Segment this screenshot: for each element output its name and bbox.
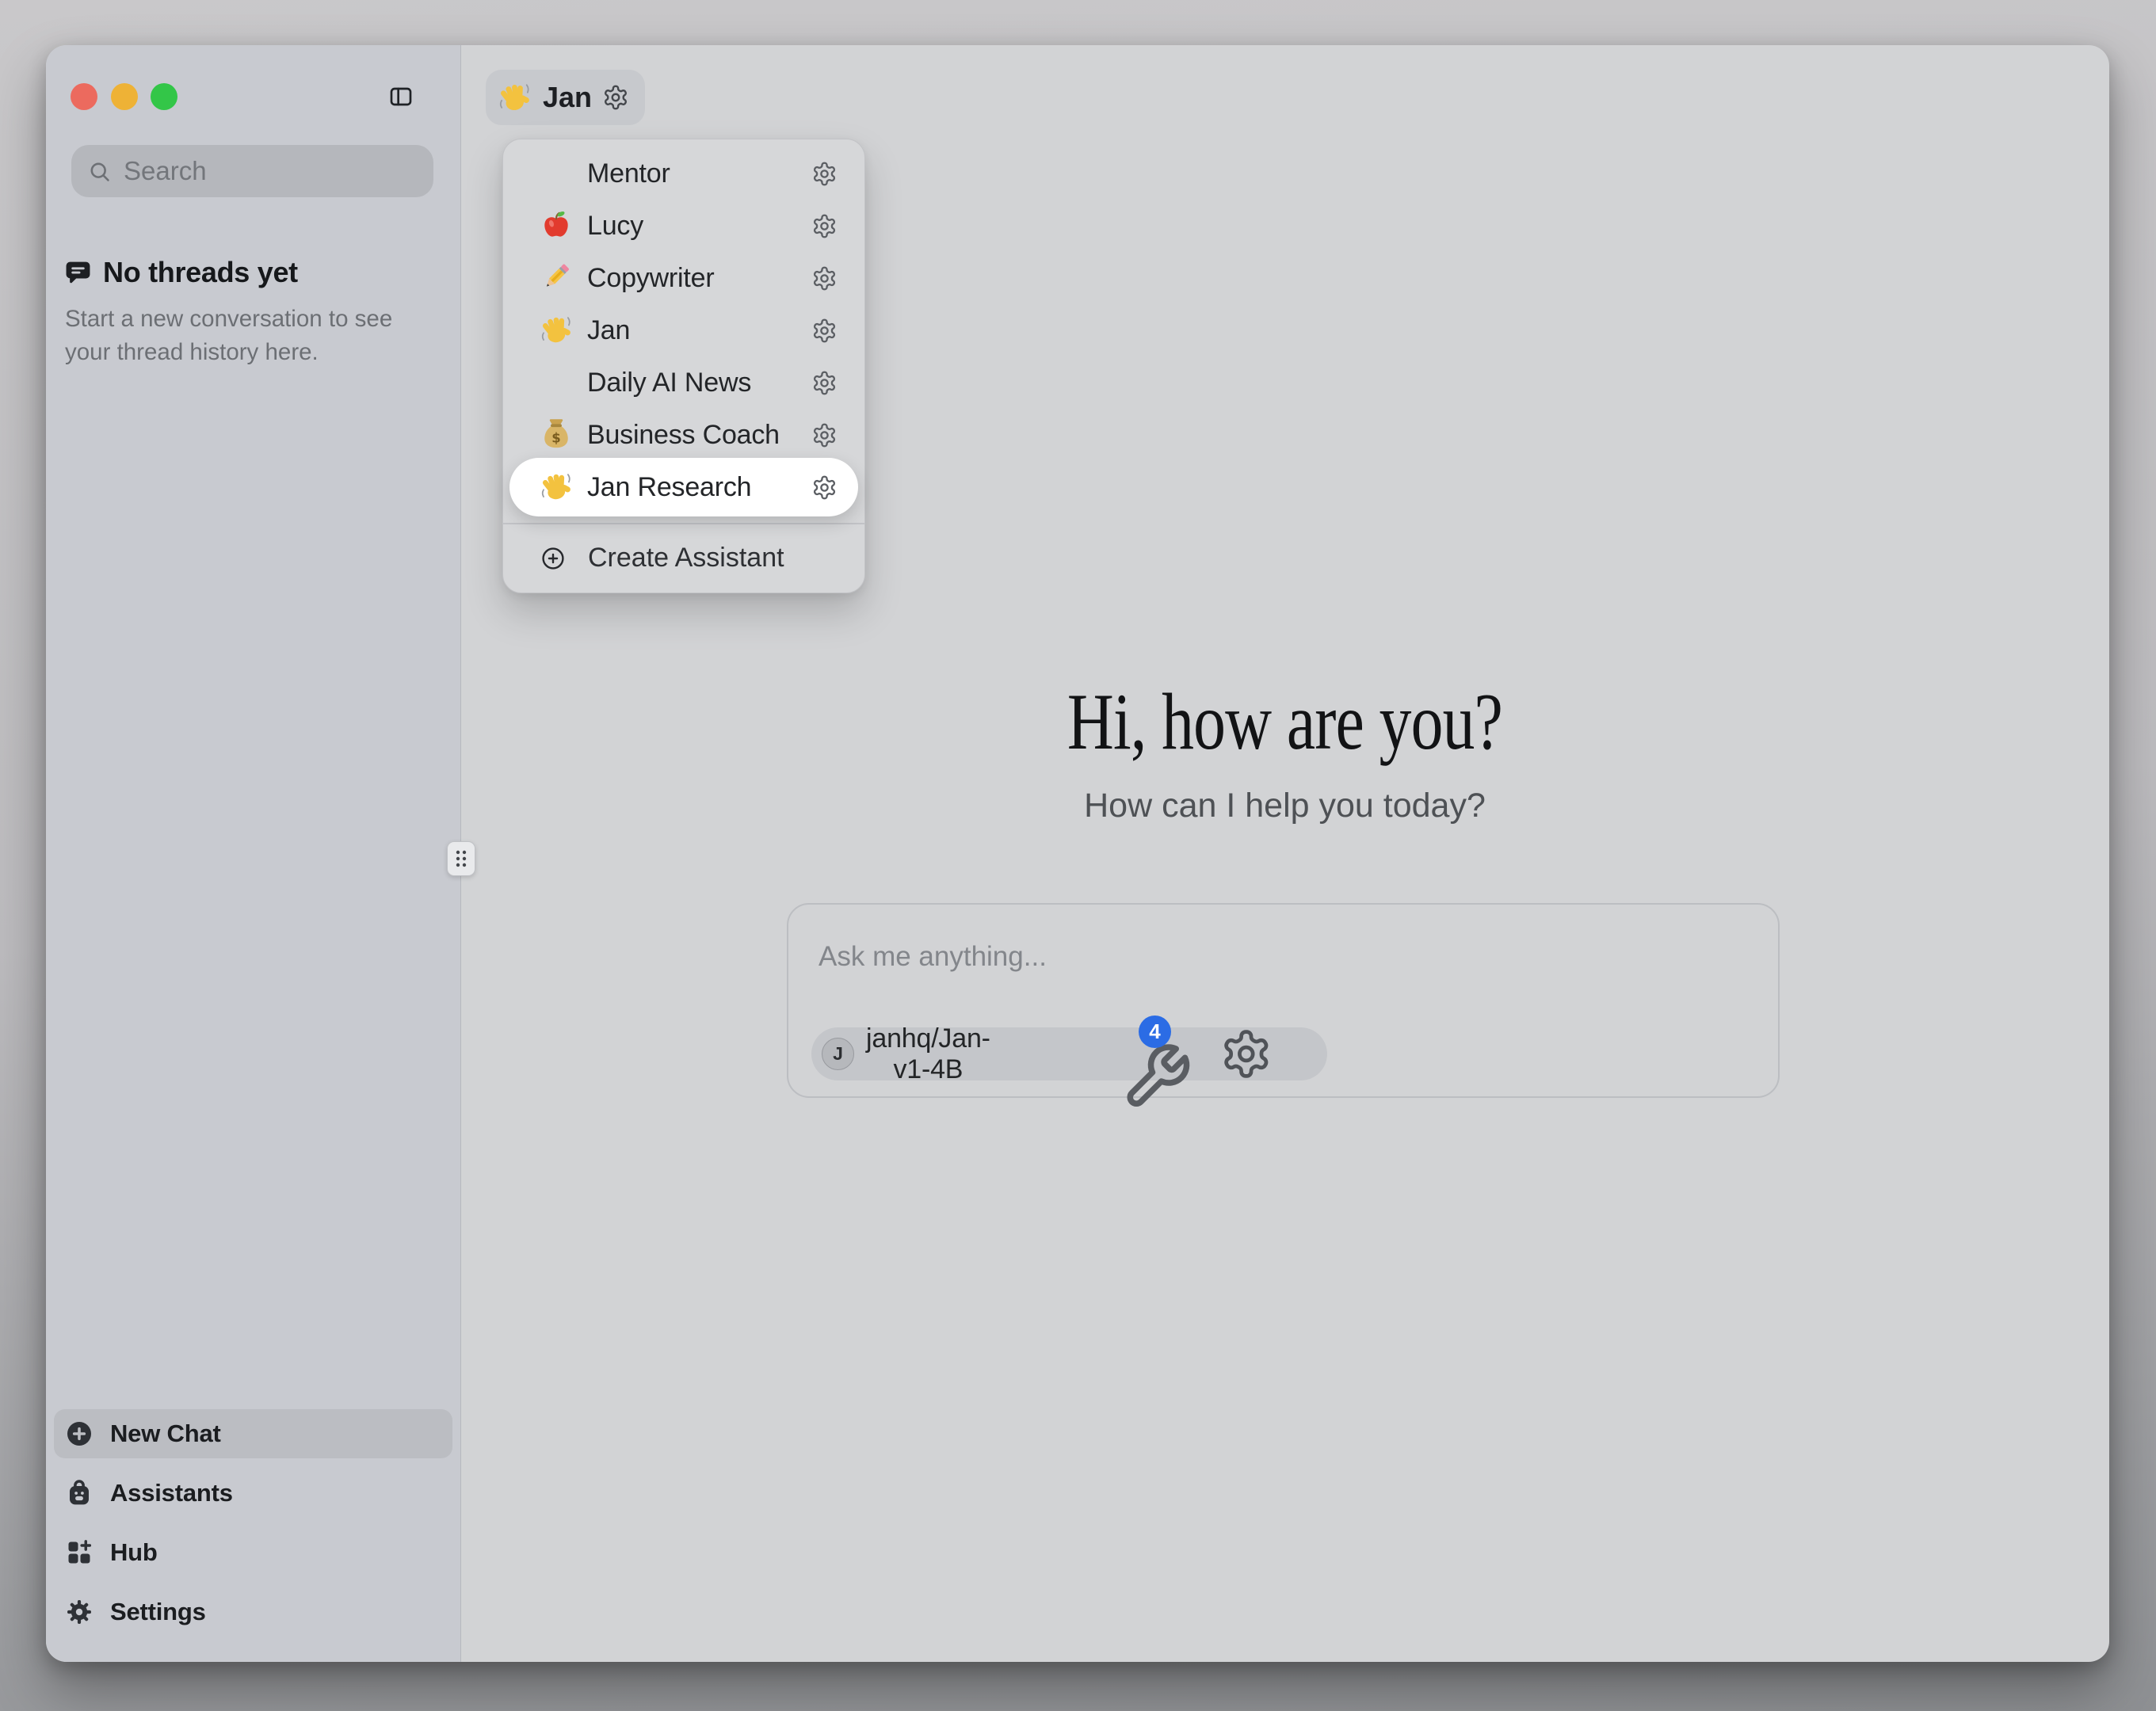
assistant-menu-item-jan[interactable]: Jan — [503, 304, 864, 356]
minimize-window-button[interactable] — [111, 83, 138, 110]
assistant-label: Jan — [587, 315, 811, 346]
sidebar-item-hub[interactable]: Hub — [54, 1528, 452, 1577]
assistant-menu-item-copywriter[interactable]: Copywriter — [503, 252, 864, 304]
sidebar-toggle-button[interactable] — [388, 84, 414, 109]
desktop-background: Search No threads yet Start a new conver… — [0, 0, 2156, 1711]
orange-circle-emoji-icon — [539, 156, 574, 191]
tools-count-badge: 4 — [1139, 1016, 1171, 1048]
assistant-label: Mentor — [587, 158, 811, 189]
assistant-settings-gear-icon[interactable] — [811, 161, 838, 187]
sidebar-resize-handle[interactable] — [447, 841, 475, 876]
wave-emoji-icon — [497, 80, 532, 116]
sidebar-item-assistants[interactable]: Assistants — [54, 1469, 452, 1518]
greeting-title: Hi, how are you? — [625, 676, 1944, 768]
grid-plus-icon — [65, 1538, 93, 1567]
grip-dots-icon — [452, 846, 470, 871]
assistant-menu: Mentor Lucy Copywriter Jan Daily AI News — [502, 139, 865, 593]
create-assistant-button[interactable]: Create Assistant — [503, 532, 864, 585]
assistant-label: Lucy — [587, 211, 811, 242]
message-input[interactable]: Ask me anything... — [819, 941, 1047, 973]
backpack-icon — [65, 1479, 93, 1507]
assistant-settings-gear-icon[interactable] — [811, 213, 838, 239]
search-placeholder: Search — [124, 156, 207, 186]
assistant-settings-gear-icon[interactable] — [811, 265, 838, 292]
model-avatar: J — [822, 1038, 854, 1070]
circle-plus-filled-icon — [65, 1419, 93, 1448]
empty-threads-state: No threads yet Start a new conversation … — [63, 256, 422, 369]
search-icon — [87, 159, 112, 184]
apple-emoji-icon — [539, 208, 574, 243]
money-bag-emoji-icon — [539, 417, 574, 452]
assistant-settings-gear-icon[interactable] — [811, 318, 838, 344]
sidebar: Search No threads yet Start a new conver… — [46, 45, 461, 1662]
assistant-label: Daily AI News — [587, 368, 811, 398]
wave-emoji-icon — [539, 313, 574, 348]
current-assistant-name: Jan — [543, 81, 592, 114]
greeting-subtitle: How can I help you today? — [460, 787, 2109, 825]
sidebar-item-settings[interactable]: Settings — [54, 1587, 452, 1637]
assistant-menu-item-jan-research[interactable]: Jan Research — [503, 461, 864, 513]
model-name: janhq/Jan-v1-4B — [866, 1023, 990, 1085]
assistant-settings-gear-icon[interactable] — [811, 422, 838, 448]
assistant-label: Jan Research — [587, 472, 811, 503]
assistants-label: Assistants — [110, 1479, 233, 1507]
menu-separator — [503, 523, 864, 524]
zoom-window-button[interactable] — [151, 83, 177, 110]
create-assistant-label: Create Assistant — [588, 543, 784, 574]
settings-label: Settings — [110, 1598, 206, 1626]
gear-icon[interactable] — [602, 84, 629, 111]
model-settings-gear-icon[interactable] — [1002, 1027, 1490, 1080]
wrench-icon — [1121, 1039, 1192, 1115]
message-bubble-icon — [63, 258, 93, 288]
assistant-menu-item-business-coach[interactable]: Business Coach — [503, 409, 864, 461]
empty-state-title: No threads yet — [103, 256, 298, 289]
gear-filled-icon — [65, 1598, 93, 1626]
yellow-circle-emoji-icon — [539, 365, 574, 400]
new-chat-button[interactable]: New Chat — [54, 1409, 452, 1458]
assistant-label: Business Coach — [587, 420, 811, 451]
sidebar-bottom-nav: New Chat Assistants Hub Settings — [54, 1409, 452, 1637]
panel-left-icon — [388, 84, 414, 109]
search-input[interactable]: Search — [71, 145, 433, 197]
assistant-menu-item-mentor[interactable]: Mentor — [503, 147, 864, 200]
circle-plus-icon — [540, 546, 566, 571]
composer: Ask me anything... J janhq/Jan-v1-4B 4 — [787, 903, 1780, 1098]
pencil-emoji-icon — [539, 261, 574, 295]
assistant-settings-gear-icon[interactable] — [811, 370, 838, 396]
tools-button[interactable]: 4 — [1117, 1016, 1189, 1091]
model-selector-button[interactable]: J janhq/Jan-v1-4B — [811, 1027, 1327, 1080]
assistant-menu-item-lucy[interactable]: Lucy — [503, 200, 864, 252]
wave-emoji-icon — [539, 470, 574, 505]
empty-state-description: Start a new conversation to see your thr… — [65, 303, 414, 369]
new-chat-label: New Chat — [110, 1419, 221, 1448]
assistant-settings-gear-icon[interactable] — [811, 474, 838, 501]
close-window-button[interactable] — [71, 83, 97, 110]
assistant-menu-item-daily-ai-news[interactable]: Daily AI News — [503, 356, 864, 409]
assistant-selector-button[interactable]: Jan — [486, 70, 645, 125]
hub-label: Hub — [110, 1538, 158, 1567]
app-window: Search No threads yet Start a new conver… — [46, 45, 2109, 1662]
assistant-label: Copywriter — [587, 263, 811, 294]
